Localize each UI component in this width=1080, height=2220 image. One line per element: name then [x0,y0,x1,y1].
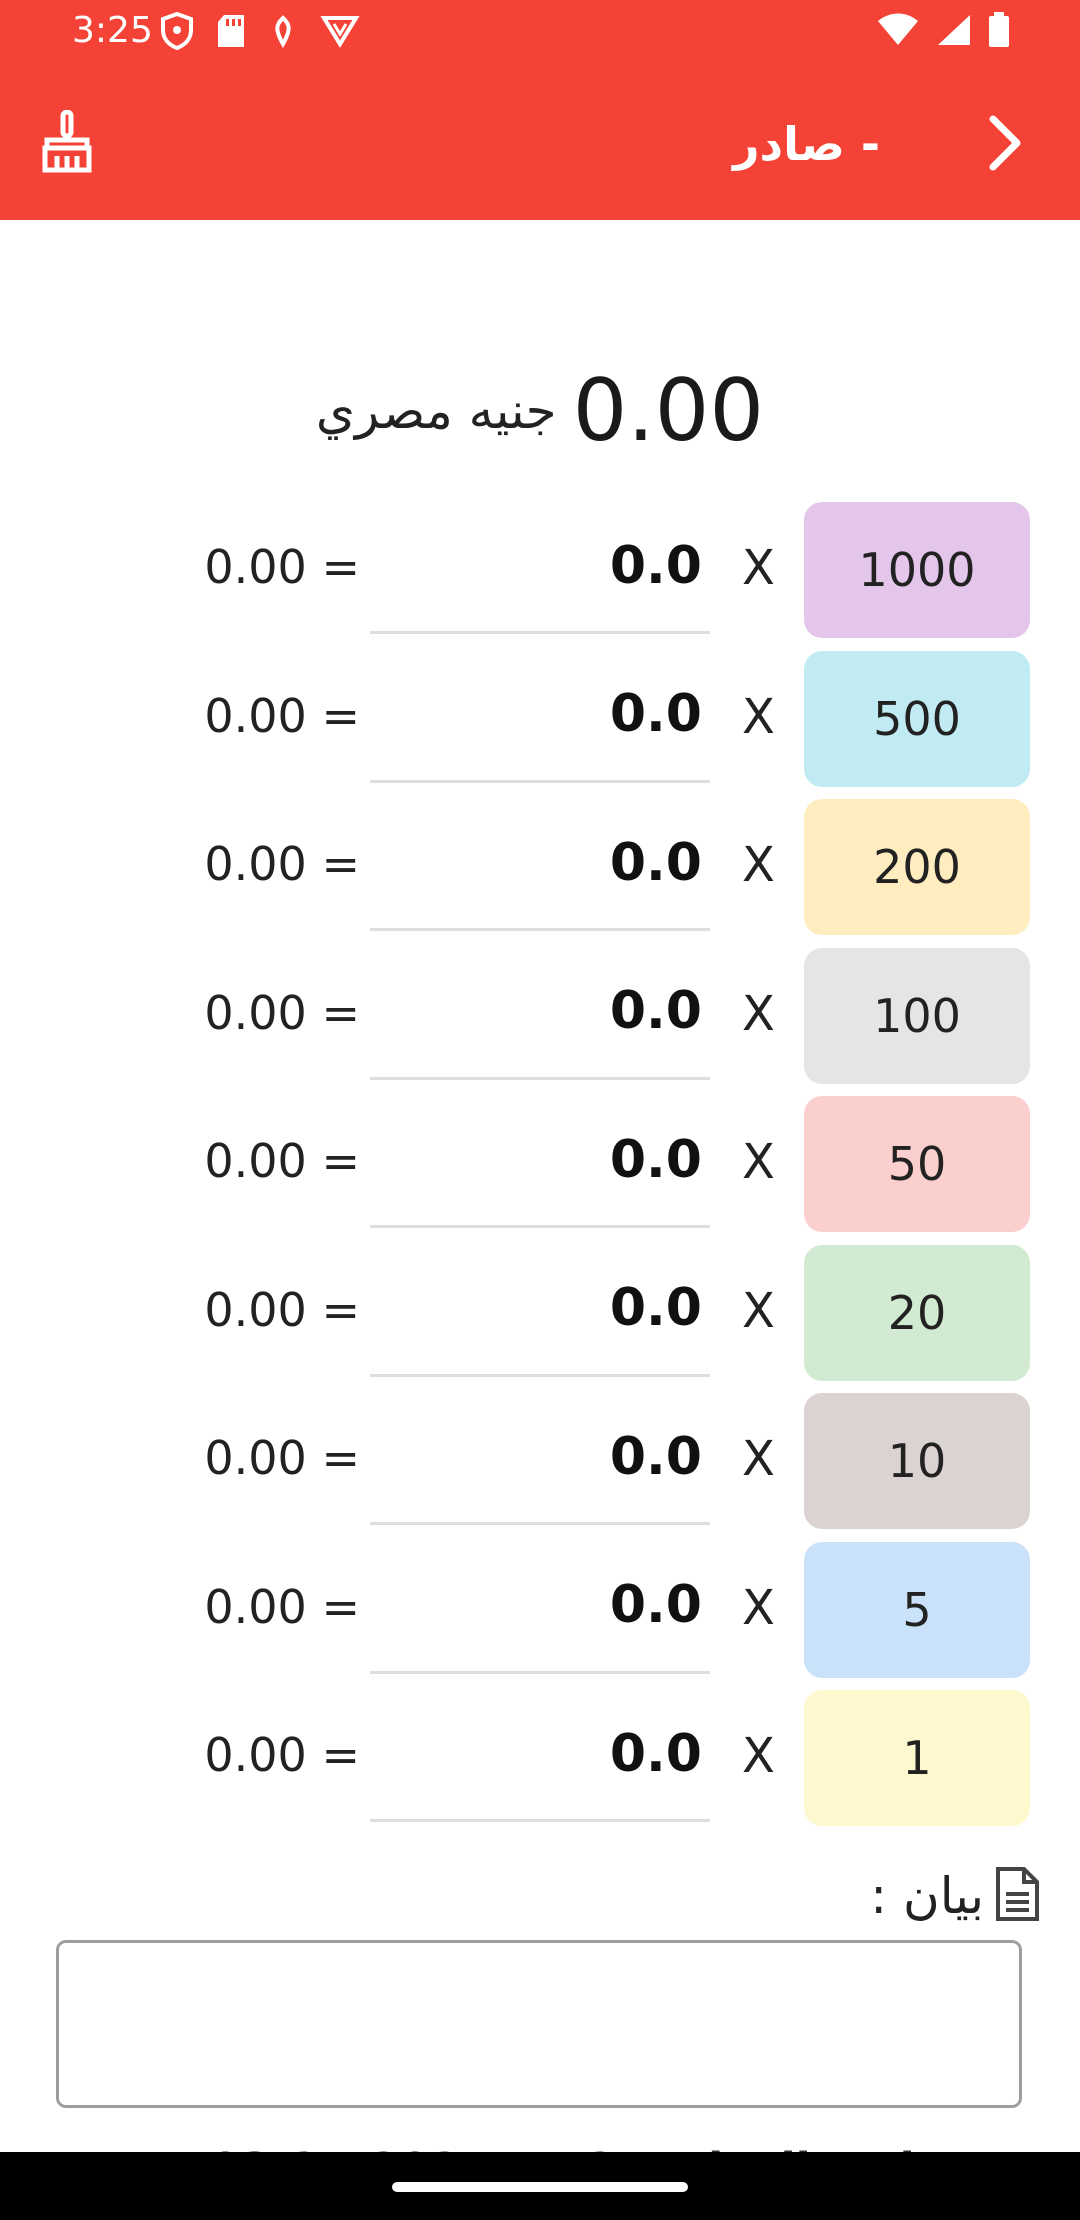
multiply-sign: X [742,1134,775,1190]
denomination-chip[interactable]: 200 [804,799,1030,935]
app-bar: 3:25 - صادر [0,0,1080,220]
signal-icon [936,13,972,51]
denomination-list: 0.00 = 0.0 X 1000 0.00 = 0.0 X 500 0.00 … [0,500,1080,1837]
back-button[interactable] [970,110,1040,180]
denomination-row: 0.00 = 0.0 X 20 [0,1243,1080,1392]
multiply-sign: X [742,1728,775,1784]
quantity-input[interactable]: 0.0 [370,1540,710,1674]
multiply-sign: X [742,837,775,893]
total-currency: جنيه مصري [315,382,557,440]
multiply-sign: X [742,985,775,1042]
row-subtotal: 0.00 = [204,837,360,891]
status-time: 3:25 [72,10,153,51]
status-icons-right [876,12,1010,52]
denomination-chip[interactable]: 10 [804,1393,1030,1529]
sd-card-icon [216,13,246,53]
quantity-input[interactable]: 0.0 [370,500,710,634]
quantity-input[interactable]: 0.0 [370,649,710,783]
notes-label-row: بيان : [870,1866,1040,1926]
denomination-chip[interactable]: 1 [804,1690,1030,1826]
row-subtotal: 0.00 = [204,1728,360,1782]
quantity-input[interactable]: 0.0 [370,946,710,1080]
chevron-right-icon [985,115,1025,175]
shield-icon [160,11,194,54]
denomination-row: 0.00 = 0.0 X 200 [0,797,1080,946]
row-subtotal: 0.00 = [204,985,360,1040]
denomination-row: 0.00 = 0.0 X 1000 [0,500,1080,649]
page-title: - صادر [733,117,880,171]
denomination-row: 0.00 = 0.0 X 100 [0,946,1080,1095]
denomination-row: 0.00 = 0.0 X 1 [0,1688,1080,1837]
denomination-row: 0.00 = 0.0 X 10 [0,1391,1080,1540]
total-value: 0.00 [572,361,765,461]
row-subtotal: 0.00 = [204,1431,360,1485]
denomination-chip[interactable]: 5 [804,1541,1030,1678]
quantity-input[interactable]: 0.0 [370,1094,710,1228]
quantity-input[interactable]: 0.0 [370,1391,710,1525]
system-nav-bar [0,2152,1080,2220]
denomination-chip[interactable]: 500 [804,650,1030,787]
quantity-input[interactable]: 0.0 [370,797,710,931]
denomination-row: 0.00 = 0.0 X 50 [0,1094,1080,1243]
wifi-icon [876,13,920,51]
home-handle[interactable] [392,2182,688,2192]
status-icons-left [160,11,360,54]
total-display: جنيه مصري 0.00 [0,356,1080,466]
row-subtotal: 0.00 = [204,688,360,743]
clear-button[interactable] [32,106,102,182]
multiply-sign: X [742,1282,775,1339]
denomination-row: 0.00 = 0.0 X 5 [0,1540,1080,1689]
notes-label: بيان : [870,1867,984,1925]
row-subtotal: 0.00 = [204,1579,360,1634]
denomination-chip[interactable]: 100 [804,947,1030,1084]
notes-input[interactable] [56,1940,1022,2108]
multiply-sign: X [742,540,775,596]
multiply-sign: X [742,1579,775,1636]
broom-icon [39,109,95,178]
multiply-sign: X [742,1431,775,1487]
denomination-chip[interactable]: 1000 [804,502,1030,638]
title-wrap: - صادر [733,112,880,176]
location-icon [268,14,298,52]
document-icon [994,1866,1040,1926]
vpn-icon [320,14,360,52]
multiply-sign: X [742,688,775,745]
battery-icon [988,12,1010,52]
denomination-row: 0.00 = 0.0 X 500 [0,649,1080,798]
row-subtotal: 0.00 = [204,1134,360,1188]
row-subtotal: 0.00 = [204,540,360,594]
row-subtotal: 0.00 = [204,1282,360,1337]
denomination-chip[interactable]: 20 [804,1244,1030,1381]
denomination-chip[interactable]: 50 [804,1096,1030,1232]
quantity-input[interactable]: 0.0 [370,1243,710,1377]
quantity-input[interactable]: 0.0 [370,1688,710,1822]
